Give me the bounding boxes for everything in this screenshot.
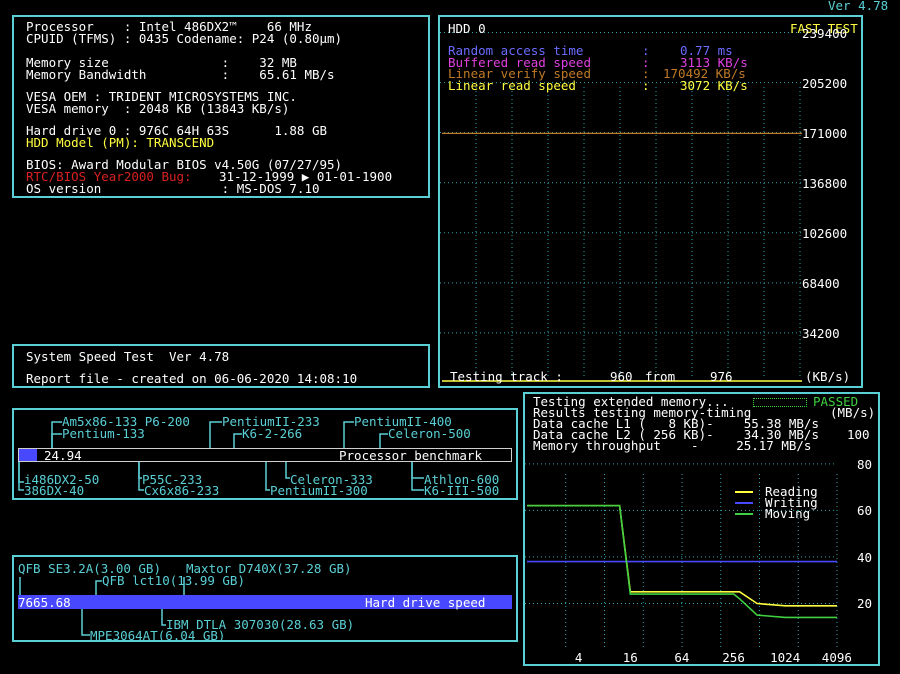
linear-read-value: 3072 KB/s bbox=[680, 78, 748, 93]
mem-y-tick: 20 bbox=[857, 596, 873, 612]
hdd-y-tick: 68400 bbox=[802, 275, 840, 291]
legend-moving-swatch bbox=[735, 513, 753, 515]
testing-track-label: Testing track : bbox=[450, 369, 563, 384]
cpu-ref-k6-2-266: K6-2-266 bbox=[242, 426, 303, 441]
kbs-unit-label: (KB/s) bbox=[805, 369, 851, 384]
testing-track-total: 976 bbox=[710, 369, 733, 384]
mem-y-tick: 60 bbox=[857, 503, 873, 519]
cpu-benchmark-label: Processor benchmark bbox=[339, 448, 482, 463]
version-label: Ver 4.78 bbox=[828, 0, 889, 13]
memory-throughput-line: Memory throughput - 25.17 MB/s bbox=[533, 438, 812, 453]
memory-unit-label: (MB/s) bbox=[830, 405, 876, 420]
hdd-benchmark-value: 7665.68 bbox=[18, 595, 71, 610]
mem-x-tick: 256 bbox=[722, 650, 745, 665]
memory-bandwidth-line: Memory Bandwidth : 65.61 MB/s bbox=[26, 67, 335, 82]
mem-x-tick: 4 bbox=[574, 650, 583, 665]
hdd-y-tick: 102600 bbox=[802, 225, 848, 241]
report-file-line: Report file - created on 06-06-2020 14:0… bbox=[26, 371, 358, 386]
cpu-benchmark-panel: Am5x86-133 P6-200 Pentium-133 PentiumII-… bbox=[12, 408, 518, 500]
hdd-ref-qfb-lct10: QFB lct10(13.99 GB) bbox=[102, 573, 245, 588]
speed-test-title: System Speed Test Ver 4.78 bbox=[26, 349, 230, 364]
mem-y-tick: 40 bbox=[857, 549, 873, 565]
linear-read-label: Linear read speed bbox=[448, 78, 576, 93]
testing-track-from: from bbox=[645, 369, 676, 384]
hdd-y-tick: 136800 bbox=[802, 175, 848, 191]
mem-x-tick: 16 bbox=[622, 650, 638, 665]
cpu-ref-386dx-40: 386DX-40 bbox=[24, 483, 85, 498]
hdd-benchmark-panel: QFB SE3.2A(3.00 GB) Maxtor D740X(37.28 G… bbox=[12, 555, 518, 642]
cpu-ref-celeron500: Celeron-500 bbox=[388, 426, 471, 441]
mem-x-tick: 4096 bbox=[821, 650, 852, 665]
hdd-y-tick: 34200 bbox=[802, 325, 840, 341]
legend-moving-label: Moving bbox=[765, 506, 811, 521]
cpu-ref-cx6x86-233: Cx6x86-233 bbox=[144, 483, 220, 498]
system-info-panel: Processor : Intel 486DX2™ 66 MHz CPUID (… bbox=[12, 15, 430, 198]
cpu-ref-pentium133: Pentium-133 bbox=[62, 426, 145, 441]
mem-y-tick: 80 bbox=[857, 456, 873, 472]
cpuid-line: CPUID (TFMS) : 0435 Codename: P24 (0.80µ… bbox=[26, 31, 343, 46]
mem-y-tick: 100 bbox=[847, 427, 870, 442]
mem-x-tick: 1024 bbox=[770, 650, 801, 665]
memory-test-progress bbox=[753, 398, 807, 407]
hdd-ref-mpe3064at: MPE3064AT(6.04 GB) bbox=[90, 628, 226, 643]
hdd-y-tick: 205200 bbox=[802, 75, 848, 91]
testing-track-current: 960 bbox=[610, 369, 633, 384]
cpu-ref-pentiumii300: PentiumII-300 bbox=[270, 483, 368, 498]
os-version-line: OS version : MS-DOS 7.10 bbox=[26, 181, 320, 196]
hdd-panel: HDD 0 FAST TEST Random access time : 0.7… bbox=[438, 15, 863, 388]
legend-writing-swatch bbox=[735, 502, 753, 504]
cpu-ref-k6-iii-500: K6-III-500 bbox=[424, 483, 500, 498]
cpu-benchmark-value: 24.94 bbox=[44, 448, 82, 463]
cpu-benchmark-fill bbox=[19, 449, 37, 461]
hdd-model-line: HDD Model (PM): TRANSCEND bbox=[26, 135, 215, 150]
memory-test-panel: Testing extended memory... PASSED Result… bbox=[523, 392, 880, 666]
vesa-memory-line: VESA memory : 2048 KB (13843 KB/s) bbox=[26, 101, 290, 116]
hdd-title: HDD 0 bbox=[448, 21, 486, 36]
linear-read-sep: : bbox=[642, 78, 650, 93]
hdd-y-tick: 171000 bbox=[802, 125, 848, 141]
speed-test-panel: System Speed Test Ver 4.78 Report file -… bbox=[12, 344, 430, 388]
legend-reading-swatch bbox=[735, 491, 753, 493]
mem-x-tick: 64 bbox=[674, 650, 690, 665]
hdd-benchmark-label: Hard drive speed bbox=[365, 595, 486, 610]
hdd-y-tick: 239400 bbox=[802, 25, 848, 41]
